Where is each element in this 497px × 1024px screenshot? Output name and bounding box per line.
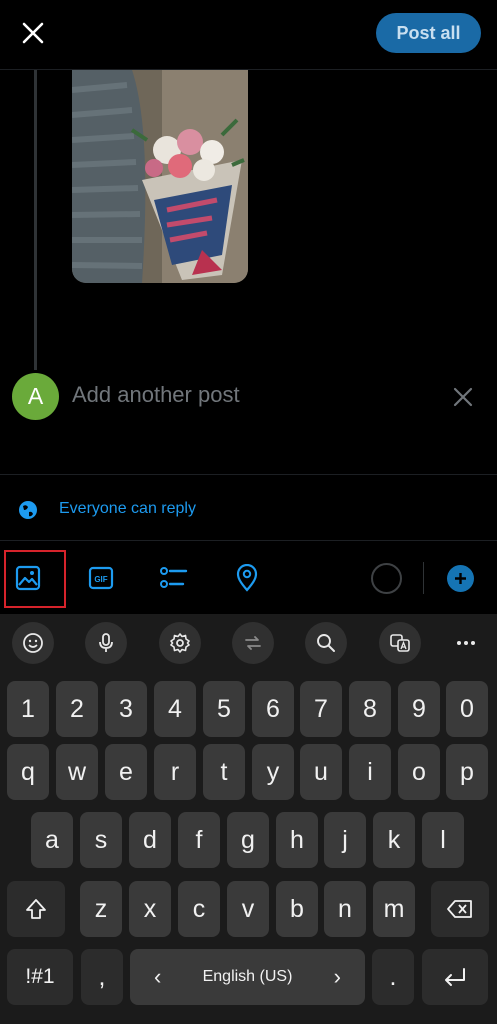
add-image-button[interactable] <box>12 562 44 594</box>
gif-text: GIF <box>94 575 107 584</box>
emoji-button[interactable] <box>12 622 54 664</box>
key-m[interactable]: m <box>373 881 415 937</box>
key-8[interactable]: 8 <box>349 681 391 737</box>
key-x[interactable]: x <box>129 881 171 937</box>
key-i[interactable]: i <box>349 744 391 800</box>
key-w[interactable]: w <box>56 744 98 800</box>
close-icon <box>453 387 473 407</box>
poll-icon <box>160 567 188 588</box>
key-b[interactable]: b <box>276 881 318 937</box>
space-language-label: English (US) <box>202 968 293 985</box>
on-screen-keyboard: 1 2 3 4 5 6 7 8 9 0 q w e r t y u i o p … <box>0 614 497 1024</box>
key-n[interactable]: n <box>324 881 366 937</box>
key-y[interactable]: y <box>252 744 294 800</box>
backspace-key[interactable] <box>431 881 489 937</box>
swap-icon <box>245 636 261 650</box>
thread-connector-line <box>34 70 37 370</box>
add-post-input[interactable]: Add another post <box>72 382 240 408</box>
top-bar: Post all <box>0 0 497 70</box>
shift-icon <box>26 899 46 919</box>
key-0[interactable]: 0 <box>446 681 488 737</box>
close-icon <box>22 22 44 44</box>
space-key[interactable]: ‹ English (US) › <box>130 949 365 1005</box>
more-options-button[interactable] <box>445 622 487 664</box>
more-icon <box>457 641 475 645</box>
keyboard-settings-button[interactable] <box>159 622 201 664</box>
microphone-icon <box>99 633 113 652</box>
key-3[interactable]: 3 <box>105 681 147 737</box>
enter-icon <box>445 968 465 986</box>
avatar: A <box>12 373 59 420</box>
key-o[interactable]: o <box>398 744 440 800</box>
key-z[interactable]: z <box>80 881 122 937</box>
backspace-icon <box>447 900 472 918</box>
key-a[interactable]: a <box>31 812 73 868</box>
compose-toolbar: GIF <box>0 542 497 614</box>
attached-photo[interactable] <box>72 70 248 283</box>
voice-input-button[interactable] <box>85 622 127 664</box>
key-v[interactable]: v <box>227 881 269 937</box>
key-q[interactable]: q <box>7 744 49 800</box>
key-4[interactable]: 4 <box>154 681 196 737</box>
emoji-icon <box>23 633 43 653</box>
key-s[interactable]: s <box>80 812 122 868</box>
keyboard-toolbar <box>0 614 497 672</box>
key-6[interactable]: 6 <box>252 681 294 737</box>
symbols-key[interactable]: !#1 <box>7 949 73 1005</box>
search-icon <box>317 634 335 652</box>
gif-icon: GIF <box>88 566 114 590</box>
key-2[interactable]: 2 <box>56 681 98 737</box>
key-9[interactable]: 9 <box>398 681 440 737</box>
add-poll-button[interactable] <box>158 562 190 594</box>
add-thread-button[interactable] <box>447 565 474 592</box>
key-j[interactable]: j <box>324 812 366 868</box>
location-icon <box>236 564 258 592</box>
key-e[interactable]: e <box>105 744 147 800</box>
key-5[interactable]: 5 <box>203 681 245 737</box>
keyboard-search-button[interactable] <box>305 622 347 664</box>
key-l[interactable]: l <box>422 812 464 868</box>
plus-icon <box>455 573 466 584</box>
key-g[interactable]: g <box>227 812 269 868</box>
translate-icon <box>390 634 410 652</box>
reply-setting-label: Everyone can reply <box>59 500 196 517</box>
key-1[interactable]: 1 <box>7 681 49 737</box>
shift-key[interactable] <box>7 881 65 937</box>
key-p[interactable]: p <box>446 744 488 800</box>
key-r[interactable]: r <box>154 744 196 800</box>
key-u[interactable]: u <box>300 744 342 800</box>
add-location-button[interactable] <box>231 562 263 594</box>
translate-button[interactable] <box>379 622 421 664</box>
comma-key[interactable]: , <box>81 949 123 1005</box>
reply-setting[interactable]: Everyone can reply <box>0 475 497 541</box>
space-right-arrow: › <box>333 964 341 989</box>
remove-post-button[interactable] <box>450 384 476 410</box>
character-counter <box>371 563 402 594</box>
key-f[interactable]: f <box>178 812 220 868</box>
toolbar-divider <box>423 562 424 594</box>
image-icon <box>15 565 41 591</box>
key-k[interactable]: k <box>373 812 415 868</box>
post-all-button[interactable]: Post all <box>376 13 481 53</box>
key-t[interactable]: t <box>203 744 245 800</box>
key-c[interactable]: c <box>178 881 220 937</box>
key-d[interactable]: d <box>129 812 171 868</box>
space-left-arrow: ‹ <box>154 964 162 989</box>
key-h[interactable]: h <box>276 812 318 868</box>
enter-key[interactable] <box>422 949 488 1005</box>
add-gif-button[interactable]: GIF <box>85 562 117 594</box>
swap-button[interactable] <box>232 622 274 664</box>
globe-icon <box>19 501 37 519</box>
settings-icon <box>170 633 190 653</box>
close-button[interactable] <box>14 14 52 52</box>
period-key[interactable]: . <box>372 949 414 1005</box>
key-7[interactable]: 7 <box>300 681 342 737</box>
